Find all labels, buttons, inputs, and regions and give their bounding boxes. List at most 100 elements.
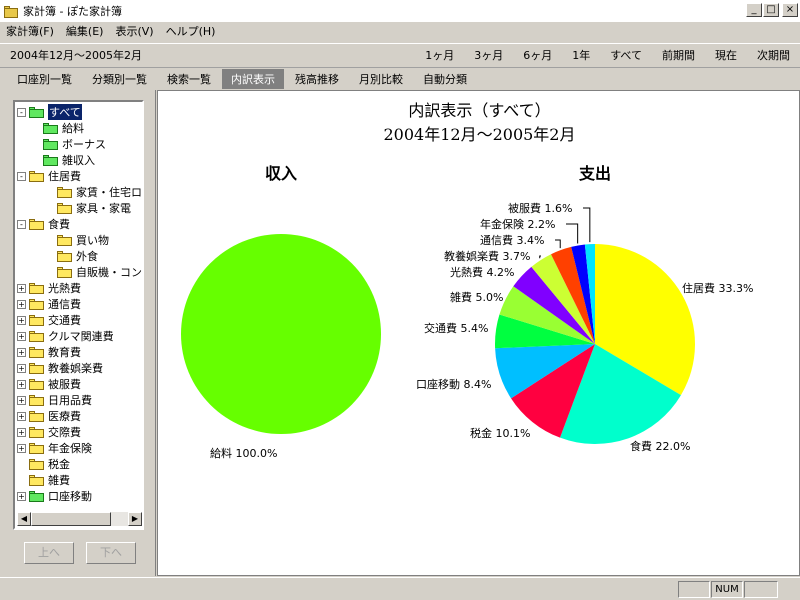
expand-icon[interactable]: + xyxy=(17,347,26,357)
tree-item[interactable]: + 交通費 xyxy=(17,312,139,328)
leader-line xyxy=(539,255,541,259)
close-button[interactable]: × xyxy=(782,3,798,17)
tree-item-label: 教養娯楽費 xyxy=(48,362,103,375)
tree-horizontal-scrollbar[interactable]: ◀ ▶ xyxy=(17,512,142,526)
period-1month-button[interactable]: 1ヶ月 xyxy=(425,47,454,63)
collapse-icon[interactable]: - xyxy=(17,107,26,117)
expand-icon[interactable]: + xyxy=(17,443,26,453)
collapse-icon[interactable]: - xyxy=(17,171,26,181)
status-panel-empty xyxy=(678,581,710,598)
expand-icon[interactable]: + xyxy=(17,331,26,341)
tree-item[interactable]: - すべて xyxy=(17,104,139,120)
scroll-thumb[interactable] xyxy=(31,512,111,526)
tree-item[interactable]: 外食 xyxy=(17,248,139,264)
period-next-button[interactable]: 次期間 xyxy=(757,47,790,63)
tree-item[interactable]: + 年金保険 xyxy=(17,440,139,456)
tree-item-label: 給料 xyxy=(62,122,84,135)
tree-item[interactable]: 給料 xyxy=(17,120,139,136)
folder-icon xyxy=(57,202,73,214)
tab-balance-trend[interactable]: 残高推移 xyxy=(286,69,348,89)
folder-icon xyxy=(29,282,45,294)
tree-item[interactable]: + 通信費 xyxy=(17,296,139,312)
tree-item[interactable]: 家具・家電 xyxy=(17,200,139,216)
menu-help[interactable]: ヘルプ(H) xyxy=(160,23,222,39)
tab-search-list[interactable]: 検索一覧 xyxy=(158,69,220,89)
menu-edit[interactable]: 編集(E) xyxy=(60,23,110,39)
tree-item-label: 家具・家電 xyxy=(76,202,131,215)
menu-file[interactable]: 家計簿(F) xyxy=(0,23,60,39)
left-pane: - すべて給料 ボーナス 雑収入 - 住居費家賃・住宅ロ- 家具・家電 - 食費 買い物外食自販機… xyxy=(0,90,156,576)
tree-item[interactable]: - 住居費 xyxy=(17,168,139,184)
status-panel-empty-2 xyxy=(744,581,778,598)
period-1year-button[interactable]: 1年 xyxy=(572,47,590,63)
maximize-button[interactable]: □ xyxy=(763,3,779,17)
tree-item[interactable]: ボーナス xyxy=(17,136,139,152)
expand-icon[interactable]: + xyxy=(17,363,26,373)
tab-monthly-compare[interactable]: 月別比較 xyxy=(350,69,412,89)
tree-item-label: 外食 xyxy=(76,250,98,263)
tree-item-label: 家賃・住宅ロ- xyxy=(76,186,144,199)
tree-item[interactable]: 買い物 xyxy=(17,232,139,248)
tree-item[interactable]: + 医療費 xyxy=(17,408,139,424)
move-down-button[interactable]: 下へ xyxy=(86,542,136,564)
folder-icon xyxy=(29,346,45,358)
tab-breakdown[interactable]: 内訳表示 xyxy=(222,68,284,89)
tree-item[interactable]: + 光熱費 xyxy=(17,280,139,296)
tree-item[interactable]: 雑収入 xyxy=(17,152,139,168)
tree-item[interactable]: 家賃・住宅ロ- xyxy=(17,184,142,200)
menu-view[interactable]: 表示(V) xyxy=(109,23,159,39)
period-all-button[interactable]: すべて xyxy=(610,47,642,63)
folder-icon xyxy=(29,330,45,342)
tree-item-label: すべて xyxy=(48,104,82,120)
tree-item[interactable]: + 被服費 xyxy=(17,376,139,392)
tree-item[interactable]: + 交際費 xyxy=(17,424,139,440)
minimize-button[interactable]: _ xyxy=(746,3,762,17)
tab-category-list[interactable]: 分類別一覧 xyxy=(83,69,156,89)
folder-icon xyxy=(29,378,45,390)
expand-icon[interactable]: + xyxy=(17,411,26,421)
period-6month-button[interactable]: 6ヶ月 xyxy=(523,47,552,63)
tree-item-label: 交通費 xyxy=(48,314,81,327)
folder-icon xyxy=(57,250,73,262)
expand-icon[interactable]: + xyxy=(17,283,26,293)
tree-item[interactable]: - 食費 xyxy=(17,216,139,232)
leader-line xyxy=(555,239,561,249)
folder-icon xyxy=(29,426,45,438)
scroll-left-icon[interactable]: ◀ xyxy=(17,512,31,526)
folder-icon xyxy=(29,442,45,454)
tree-item[interactable]: + 日用品費 xyxy=(17,392,139,408)
period-current-button[interactable]: 現在 xyxy=(715,47,737,63)
folder-icon xyxy=(29,362,45,374)
tab-auto-classify[interactable]: 自動分類 xyxy=(414,69,476,89)
tree-item-label: 交際費 xyxy=(48,426,81,439)
tree-item[interactable]: 自販機・コンビ xyxy=(17,264,142,280)
pie-slice-label: 住居費 33.3% xyxy=(682,281,753,295)
expand-icon[interactable]: + xyxy=(17,315,26,325)
move-up-button[interactable]: 上へ xyxy=(24,542,74,564)
tree-item[interactable]: + 教育費 xyxy=(17,344,139,360)
pie-slice-label: 税金 10.1% xyxy=(470,426,530,440)
tree-item[interactable]: + 教養娯楽費 xyxy=(17,360,139,376)
expand-icon[interactable]: + xyxy=(17,299,26,309)
tree-item-label: 日用品費 xyxy=(48,394,92,407)
tree-item[interactable]: 雑費 xyxy=(17,472,139,488)
scroll-right-icon[interactable]: ▶ xyxy=(128,512,142,526)
collapse-icon[interactable]: - xyxy=(17,219,26,229)
category-tree[interactable]: - すべて給料 ボーナス 雑収入 - 住居費家賃・住宅ロ- 家具・家電 - 食費 買い物外食自販機… xyxy=(13,100,144,530)
expand-icon[interactable]: + xyxy=(17,491,26,501)
tree-list: - すべて給料 ボーナス 雑収入 - 住居費家賃・住宅ロ- 家具・家電 - 食費 買い物外食自販機… xyxy=(17,104,142,504)
period-label: 2004年12月～2005年2月 xyxy=(10,49,142,62)
window-title: 家計簿 - ぽた家計簿 xyxy=(23,5,122,18)
tree-item[interactable]: + クルマ関連費 xyxy=(17,328,139,344)
tree-item[interactable]: 税金 xyxy=(17,456,139,472)
period-3month-button[interactable]: 3ヶ月 xyxy=(474,47,503,63)
title-bar: 家計簿 - ぽた家計簿 _ □ × xyxy=(0,0,800,22)
expand-icon[interactable]: + xyxy=(17,427,26,437)
tree-item[interactable]: + 口座移動 xyxy=(17,488,139,504)
tree-item-label: 医療費 xyxy=(48,410,81,423)
expand-icon[interactable]: + xyxy=(17,395,26,405)
tab-account-list[interactable]: 口座別一覧 xyxy=(8,69,81,89)
tree-item-label: 自販機・コンビ xyxy=(76,266,142,279)
expand-icon[interactable]: + xyxy=(17,379,26,389)
period-prev-button[interactable]: 前期間 xyxy=(662,47,695,63)
